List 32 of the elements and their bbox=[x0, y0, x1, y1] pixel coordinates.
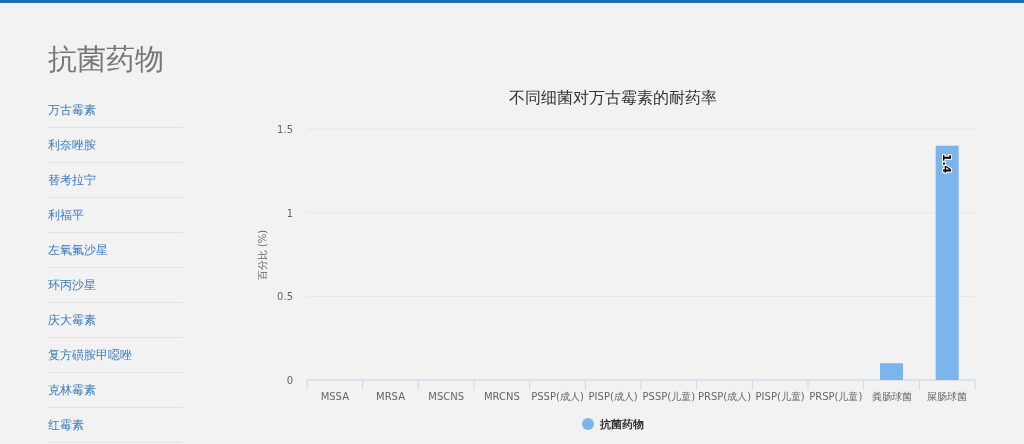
x-tick-label: 屎肠球菌 bbox=[927, 391, 968, 402]
sidebar-link[interactable]: 左氧氟沙星 bbox=[48, 241, 108, 259]
x-tick-label: PISP(成人) bbox=[588, 391, 638, 402]
x-tick-label: PRSP(成人) bbox=[697, 391, 752, 402]
x-tick-label: PSSP(成人) bbox=[531, 391, 584, 402]
bar bbox=[880, 363, 903, 380]
chart-title: 不同细菌对万古霉素的耐药率 bbox=[509, 88, 717, 107]
y-tick-label: 1.5 bbox=[277, 124, 293, 135]
x-tick-label: MRSA bbox=[376, 391, 405, 402]
sidebar-link[interactable]: 克林霉素 bbox=[48, 381, 96, 399]
sidebar-link[interactable]: 红霉素 bbox=[48, 416, 84, 434]
x-tick-label: MRCNS bbox=[483, 391, 520, 402]
x-tick-label: MSCNS bbox=[428, 391, 465, 402]
x-tick-label: PRSP(儿童) bbox=[809, 391, 863, 402]
sidebar-link[interactable]: 环丙沙星 bbox=[48, 276, 96, 294]
page-title: 抗菌药物 bbox=[48, 41, 165, 78]
y-tick-label: 0 bbox=[286, 375, 293, 386]
x-tick-label: PISP(儿童) bbox=[755, 391, 805, 402]
sidebar-link[interactable]: 利奈唑胺 bbox=[48, 136, 96, 154]
data-label: 1.4 bbox=[940, 153, 954, 174]
sidebar-link[interactable]: 复方磺胺甲噁唑 bbox=[48, 346, 132, 364]
x-tick-label: MSSA bbox=[320, 391, 349, 402]
x-tick-label: PSSP(儿童) bbox=[642, 391, 696, 402]
x-tick-label: 粪肠球菌 bbox=[871, 391, 912, 402]
y-tick-label: 1 bbox=[286, 207, 293, 219]
y-tick-label: 0.5 bbox=[277, 291, 293, 303]
sidebar-link[interactable]: 庆大霉素 bbox=[48, 311, 96, 329]
sidebar-link[interactable]: 替考拉宁 bbox=[48, 171, 96, 189]
sidebar-link[interactable]: 万古霉素 bbox=[48, 101, 96, 119]
legend-label[interactable]: 抗菌药物 bbox=[600, 418, 644, 431]
sidebar-link[interactable]: 利福平 bbox=[48, 206, 84, 224]
y-axis-label: 百分比 (%) bbox=[257, 229, 268, 281]
